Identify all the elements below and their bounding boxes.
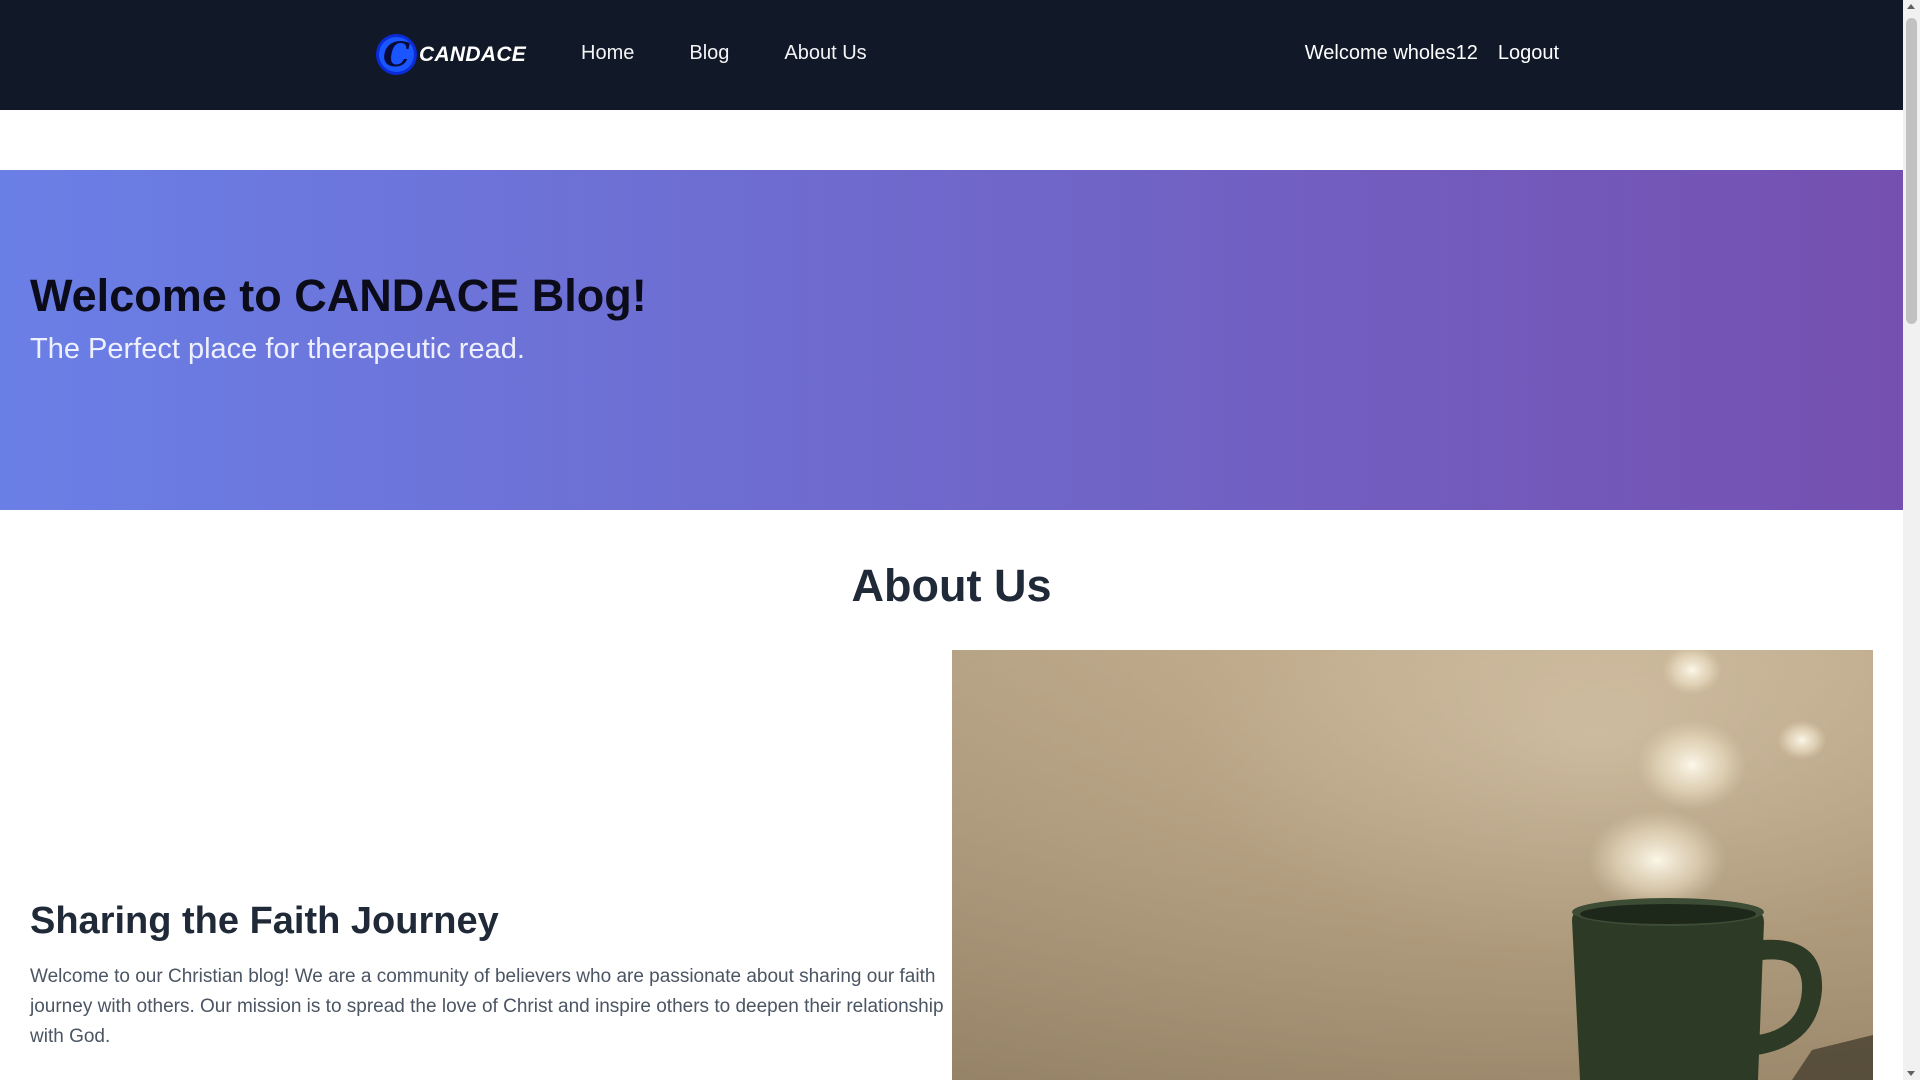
hero-subtitle: The Perfect place for therapeutic read. [30, 333, 525, 365]
brand-logo-icon: C [376, 34, 417, 75]
section-title: Sharing the Faith Journey [30, 900, 499, 942]
section-text: Welcome to our Christian blog! We are a … [30, 966, 944, 1047]
scroll-thumb[interactable] [1906, 18, 1917, 324]
about-heading: About Us [851, 560, 1052, 611]
hero-banner: Welcome to CANDACE Blog! The Perfect pla… [0, 170, 1903, 510]
scroll-up-icon[interactable] [1907, 4, 1915, 9]
hero-title: Welcome to CANDACE Blog! [30, 270, 647, 321]
brand-name: CANDACE [419, 42, 527, 66]
scroll-down-icon[interactable] [1907, 1071, 1915, 1076]
page-scrollbar[interactable] [1903, 0, 1920, 1080]
logout-link[interactable]: Logout [1498, 42, 1559, 65]
nav-links: Home Blog About Us [581, 42, 922, 65]
nav-about-link[interactable]: About Us [784, 42, 866, 65]
brand-link[interactable]: C CANDACE [376, 34, 526, 75]
user-area: Welcome wholes12 Logout [1305, 42, 1559, 65]
coffee-mug-photo-icon [952, 650, 1873, 1080]
welcome-text: Welcome wholes12 [1304, 42, 1478, 64]
top-navbar: C CANDACE Home Blog About Us Welcome who… [0, 0, 1903, 110]
nav-home-link[interactable]: Home [581, 42, 634, 65]
nav-blog-link[interactable]: Blog [689, 42, 729, 65]
coffee-mug-image [952, 650, 1873, 1080]
